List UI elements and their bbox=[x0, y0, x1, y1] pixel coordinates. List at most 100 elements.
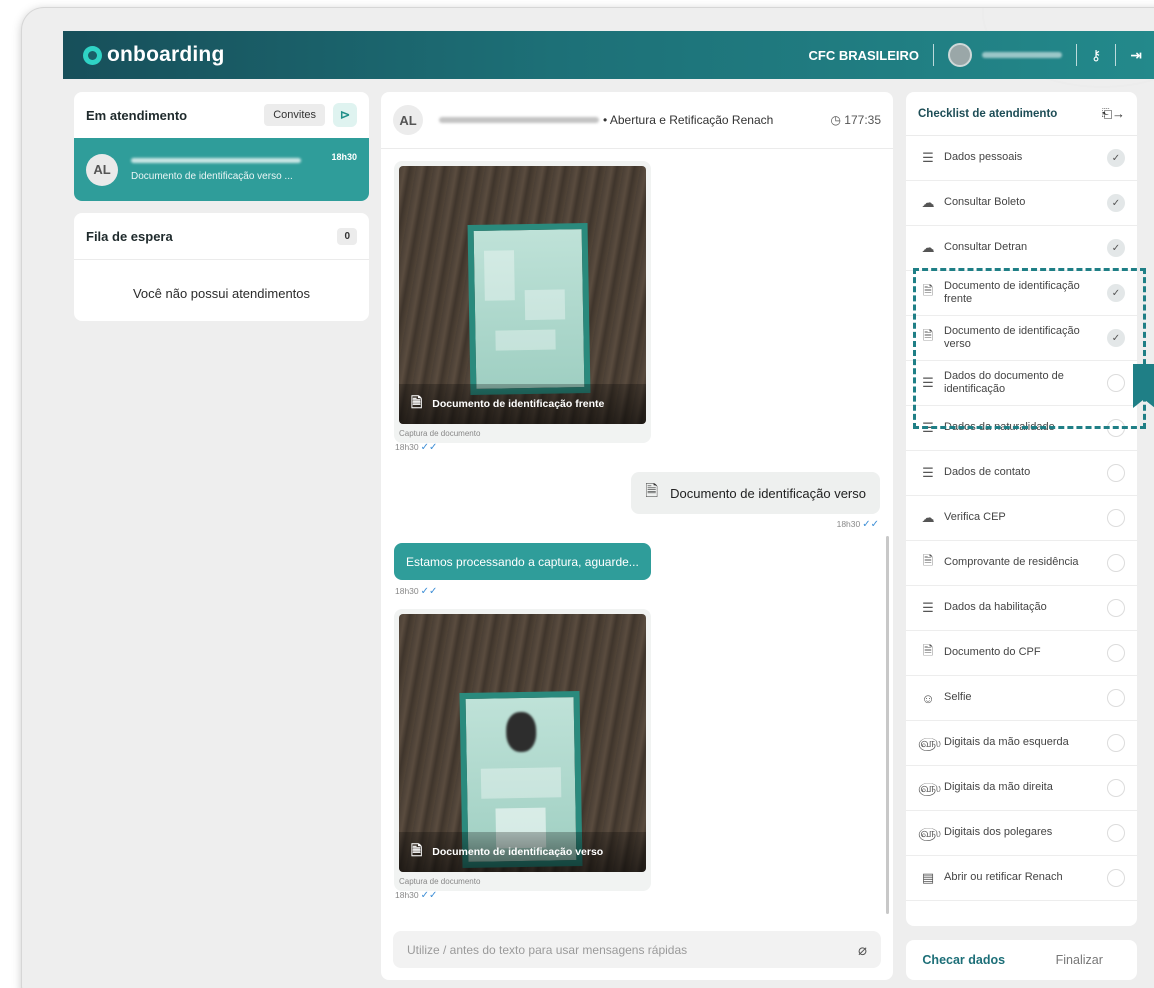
double-check-icon: ✓✓ bbox=[862, 519, 879, 530]
form-edit-icon: ☰ bbox=[922, 150, 934, 165]
message-time-text: 18h30 bbox=[395, 586, 419, 596]
chat-time: 18h30 bbox=[331, 152, 357, 162]
attendance-header: Em atendimento Convites ⊳ bbox=[74, 92, 369, 138]
queue-header: Fila de espera 0 bbox=[74, 213, 369, 259]
checklist-item-label: Consultar Boleto bbox=[944, 196, 1026, 209]
double-check-icon: ✓✓ bbox=[420, 890, 438, 901]
outgoing-document-message[interactable]: 🗎 Documento de identificação verso bbox=[631, 472, 880, 514]
cloud-search-icon: ☁ bbox=[921, 240, 935, 255]
document-icon: 🗎 bbox=[922, 553, 934, 568]
empty-check-circle bbox=[1107, 689, 1125, 707]
chat-messages: 🗎 Documento de identificação frente Capt… bbox=[381, 150, 893, 920]
company-name: CFC BRASILEIRO bbox=[808, 47, 920, 63]
key-icon[interactable]: ⚷ bbox=[1091, 47, 1101, 64]
message-input-placeholder: Utilize / antes do texto para usar mensa… bbox=[407, 942, 688, 957]
chat-header: AL • Abertura e Retificação Renach ◷ 177… bbox=[381, 92, 893, 149]
queue-title: Fila de espera bbox=[86, 228, 173, 244]
server-icon: ▤ bbox=[921, 870, 935, 885]
checklist-item[interactable]: ௵ Digitais da mão direita bbox=[906, 766, 1137, 811]
photo-caption-text: Documento de identificação verso bbox=[432, 846, 604, 858]
attachment-icon[interactable]: ⌀ bbox=[858, 941, 867, 959]
chat-panel: AL • Abertura e Retificação Renach ◷ 177… bbox=[381, 92, 893, 980]
photo-caption: 🗎 Documento de identificação verso bbox=[399, 832, 646, 872]
logo[interactable]: onboarding bbox=[83, 43, 224, 67]
separator bbox=[1076, 44, 1077, 66]
processing-text: Estamos processando a captura, aguarde..… bbox=[406, 554, 639, 569]
photo-message-front[interactable]: 🗎 Documento de identificação frente Capt… bbox=[394, 161, 651, 443]
empty-check-circle bbox=[1107, 824, 1125, 842]
photo-message-back[interactable]: 🗎 Documento de identificação verso Captu… bbox=[394, 609, 651, 891]
message-time-text: 18h30 bbox=[395, 890, 419, 900]
checklist-item-label: Digitais da mão direita bbox=[944, 781, 1053, 794]
queue-empty-message: Você não possui atendimentos bbox=[132, 286, 311, 301]
empty-check-circle bbox=[1107, 599, 1125, 617]
exit-icon[interactable]: ⎗→ bbox=[1102, 106, 1125, 122]
topbar-right-group: CFC BRASILEIRO ⚷ ⇥ bbox=[809, 43, 1154, 67]
checklist-item[interactable]: ☺ Selfie bbox=[906, 676, 1137, 721]
cloud-search-icon: ☁ bbox=[921, 510, 935, 525]
form-edit-icon: ☰ bbox=[922, 600, 934, 615]
checklist-item-label: Comprovante de residência bbox=[944, 556, 1079, 569]
checklist-item[interactable]: 🗎 Documento do CPF bbox=[906, 631, 1137, 676]
checklist-item[interactable]: ☰ Dados da habilitação bbox=[906, 586, 1137, 631]
incoming-processing-message: Estamos processando a captura, aguarde..… bbox=[394, 543, 651, 580]
photo-caption-text: Documento de identificação frente bbox=[432, 398, 605, 410]
message-input[interactable]: Utilize / antes do texto para usar mensa… bbox=[393, 931, 881, 968]
checklist-item[interactable]: 🗎 Comprovante de residência bbox=[906, 541, 1137, 586]
empty-check-circle bbox=[1107, 509, 1125, 527]
checklist-item-label: Digitais da mão esquerda bbox=[944, 736, 1069, 749]
checklist-item-label: Dados da habilitação bbox=[944, 601, 1047, 614]
document-icon: 🗎 bbox=[645, 482, 659, 500]
bottom-actions: Checar dados Finalizar bbox=[906, 940, 1137, 980]
user-avatar[interactable] bbox=[948, 43, 972, 67]
checklist-item[interactable]: ௵ Digitais da mão esquerda bbox=[906, 721, 1137, 766]
checklist-item[interactable]: ☁ Verifica CEP bbox=[906, 496, 1137, 541]
checklist-item[interactable]: ☰ Dados pessoais ✓ bbox=[906, 136, 1137, 181]
play-forward-icon[interactable]: ⊳ bbox=[333, 103, 357, 127]
checklist-item-label: Consultar Detran bbox=[944, 241, 1028, 254]
checklist-item-label: Selfie bbox=[944, 691, 972, 704]
chat-scrollbar[interactable] bbox=[886, 536, 889, 914]
chat-timer: ◷ 177:35 bbox=[830, 113, 881, 127]
invites-button[interactable]: Convites bbox=[264, 104, 325, 126]
document-icon: 🗎 bbox=[922, 643, 934, 658]
message-time-text: 18h30 bbox=[395, 442, 419, 452]
logo-icon bbox=[83, 45, 102, 65]
photo-subtitle: Captura de documento bbox=[399, 429, 481, 438]
active-chat-item[interactable]: AL Documento de identificação verso ... … bbox=[74, 138, 369, 201]
document-icon: 🗎 bbox=[411, 842, 423, 858]
checklist-title: Checklist de atendimento bbox=[918, 107, 1058, 120]
message-time-text: 18h30 bbox=[836, 519, 861, 529]
checklist-item-label: Dados de contato bbox=[944, 466, 1031, 479]
checklist-item-label: Digitais dos polegares bbox=[944, 826, 1053, 839]
photo-caption: 🗎 Documento de identificação frente bbox=[399, 384, 646, 424]
document-photo: 🗎 Documento de identificação verso bbox=[399, 614, 646, 872]
face-icon: ☺ bbox=[921, 690, 935, 706]
checklist-item-label: Abrir ou retificar Renach bbox=[944, 871, 1063, 884]
checklist-item[interactable]: ௵ Digitais dos polegares bbox=[906, 811, 1137, 856]
fingerprint-icon: ௵ bbox=[918, 824, 941, 840]
cloud-search-icon: ☁ bbox=[921, 195, 935, 210]
check-icon: ✓ bbox=[1107, 149, 1125, 167]
empty-check-circle bbox=[1107, 734, 1125, 752]
check-data-button[interactable]: Checar dados bbox=[906, 953, 1022, 967]
logout-icon[interactable]: ⇥ bbox=[1130, 47, 1142, 64]
separator bbox=[1115, 44, 1117, 66]
checklist-item-label: Dados pessoais bbox=[944, 151, 1023, 164]
finish-button[interactable]: Finalizar bbox=[1022, 953, 1138, 967]
checklist-item[interactable]: ☰ Dados de contato bbox=[906, 451, 1137, 496]
highlight-box bbox=[913, 268, 1146, 429]
checklist-panel: Checklist de atendimento ⎗→ ☰ Dados pesso… bbox=[906, 92, 1137, 926]
double-check-icon: ✓✓ bbox=[420, 442, 438, 453]
checklist-item[interactable]: ☁ Consultar Detran ✓ bbox=[906, 226, 1137, 271]
face-redacted bbox=[505, 711, 537, 753]
check-icon: ✓ bbox=[1107, 194, 1125, 212]
checklist-item-label: Verifica CEP bbox=[944, 511, 1006, 524]
document-card-image bbox=[467, 222, 591, 396]
checklist-item[interactable]: ☁ Consultar Boleto ✓ bbox=[906, 181, 1137, 226]
double-check-icon: ✓✓ bbox=[420, 586, 438, 597]
attendance-title: Em atendimento bbox=[86, 107, 188, 123]
fingerprint-icon: ௵ bbox=[918, 734, 941, 750]
photo-subtitle: Captura de documento bbox=[399, 877, 481, 886]
checklist-item[interactable]: ▤ Abrir ou retificar Renach bbox=[906, 856, 1137, 901]
